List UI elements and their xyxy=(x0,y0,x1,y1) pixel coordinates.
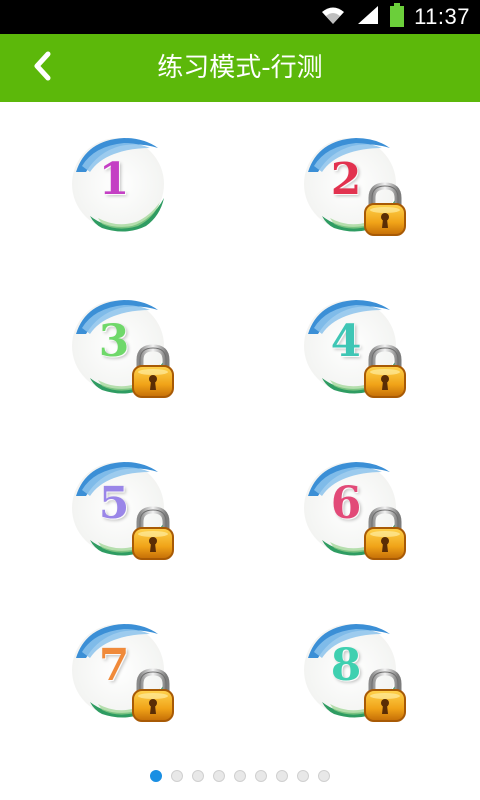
status-icons: 11:37 xyxy=(320,0,470,34)
level-item-3[interactable]: 3 xyxy=(68,294,178,404)
wifi-icon xyxy=(320,4,346,30)
level-item-5[interactable]: 5 xyxy=(68,456,178,566)
page-title: 练习模式-行测 xyxy=(157,53,323,83)
level-item-4[interactable]: 4 xyxy=(300,294,410,404)
lock-icon xyxy=(362,668,408,728)
page-dot-7[interactable] xyxy=(276,770,288,782)
signal-icon xyxy=(356,4,380,30)
level-item-6[interactable]: 6 xyxy=(300,456,410,566)
page-dot-5[interactable] xyxy=(234,770,246,782)
page-dot-4[interactable] xyxy=(213,770,225,782)
back-button[interactable] xyxy=(22,50,62,86)
page-dot-1[interactable] xyxy=(150,770,162,782)
level-item-8[interactable]: 8 xyxy=(300,618,410,728)
chevron-left-icon xyxy=(32,51,52,85)
page-dot-6[interactable] xyxy=(255,770,267,782)
page-dot-3[interactable] xyxy=(192,770,204,782)
lock-icon xyxy=(362,344,408,404)
battery-icon xyxy=(390,3,405,31)
level-item-2[interactable]: 2 xyxy=(300,132,410,242)
page-indicator xyxy=(0,770,480,786)
level-grid: 1 2 3 4 5 6 7 8 xyxy=(0,102,480,752)
action-bar: 练习模式-行测 xyxy=(0,34,480,102)
page-dot-2[interactable] xyxy=(171,770,183,782)
level-item-1[interactable]: 1 xyxy=(68,132,178,242)
lock-icon xyxy=(362,182,408,242)
lock-icon xyxy=(130,344,176,404)
status-time: 11:37 xyxy=(414,4,470,29)
level-item-7[interactable]: 7 xyxy=(68,618,178,728)
lock-icon xyxy=(362,506,408,566)
page-dot-9[interactable] xyxy=(318,770,330,782)
level-number: 1 xyxy=(98,154,130,205)
page-dot-8[interactable] xyxy=(297,770,309,782)
status-bar: 11:37 xyxy=(0,0,480,34)
lock-icon xyxy=(130,668,176,728)
lock-icon xyxy=(130,506,176,566)
